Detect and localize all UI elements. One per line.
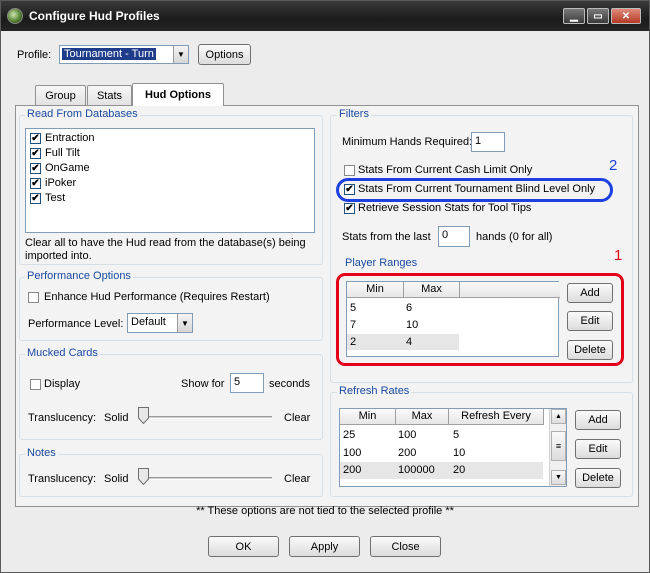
refresh-rates-list[interactable]: Min Max Refresh Every 25 100 5 100 200 1… [339,408,567,487]
profile-select[interactable]: Tournament - Turn ▼ [59,45,189,64]
mucked-translucency-thumb[interactable] [138,407,149,424]
column-header-max[interactable]: Max [396,409,449,425]
database-item-label: iPoker [45,177,77,189]
refresh-rates-edit-button[interactable]: Edit [575,439,621,459]
apply-button[interactable]: Apply [289,536,360,557]
close-window-button[interactable]: ✕ [611,8,641,24]
table-row[interactable] [340,462,543,479]
mucked-translucency-label: Translucency: [28,412,97,424]
stats-from-last-label: Stats from the last [342,231,431,243]
session-stats-checkbox[interactable]: ✔ [344,203,355,214]
refresh-rates-scrollbar[interactable]: ▲ ≡ ▼ [549,409,566,486]
checkbox-ongame[interactable]: ✔ [30,163,41,174]
read-from-databases-legend: Read From Databases [25,108,140,120]
notes-translucency-thumb[interactable] [138,468,149,485]
checkbox-entraction[interactable]: ✔ [30,133,41,144]
chevron-down-icon[interactable]: ▼ [177,314,192,332]
enhance-performance-checkbox[interactable] [28,292,39,303]
display-mucked-label: Display [44,378,81,390]
display-mucked-checkbox[interactable] [30,379,41,390]
refresh-cell: 100000 [398,464,435,476]
databases-list[interactable]: ✔ Entraction ✔ Full Tilt ✔ OnGame ✔ iPok… [25,128,315,233]
refresh-cell: 20 [453,464,466,476]
refresh-cell: 200 [343,464,362,476]
notes-solid-label: Solid [104,473,129,485]
column-header-min[interactable]: Min [340,409,396,425]
hands-for-all-label: hands (0 for all) [476,231,553,243]
mucked-clear-label: Clear [284,412,311,424]
mucked-solid-label: Solid [104,412,129,424]
filters-legend: Filters [337,108,371,120]
refresh-cell: 100 [343,447,362,459]
checkbox-full-tilt[interactable]: ✔ [30,148,41,159]
refresh-cell: 100 [398,429,417,441]
tab-hud-options[interactable]: Hud Options [132,83,224,106]
checkbox-test[interactable]: ✔ [30,193,41,204]
performance-options-legend: Performance Options [25,270,133,282]
annotation-blue-oval [336,178,613,202]
maximize-icon: ▭ [593,10,603,22]
tab-group[interactable]: Group [35,85,86,105]
checkbox-ipoker[interactable]: ✔ [30,178,41,189]
cash-limit-label: Stats From Current Cash Limit Only [358,164,533,176]
refresh-cell: 200 [398,447,417,459]
footer-note: ** These options are not tied to the sel… [196,505,454,517]
enhance-performance-label: Enhance Hud Performance (Requires Restar… [44,291,270,303]
annotation-number-1: 1 [614,247,623,264]
mucked-cards-group [19,354,323,440]
window-title: Configure Hud Profiles [29,9,160,23]
annotation-red-box [336,273,624,366]
min-hands-input[interactable]: 1 [471,132,505,152]
chevron-down-icon[interactable]: ▼ [173,46,188,63]
refresh-cell: 10 [453,447,466,459]
app-icon [7,8,23,24]
refresh-rates-delete-button[interactable]: Delete [575,468,621,488]
show-for-label: Show for [181,378,225,390]
min-hands-label: Minimum Hands Required: [342,136,473,148]
profile-label: Profile: [17,49,52,61]
database-item-label: Entraction [45,132,95,144]
close-button[interactable]: Close [370,536,441,557]
column-header-refresh-every[interactable]: Refresh Every [449,409,544,425]
notes-translucency-label: Translucency: [28,473,97,485]
refresh-cell: 5 [453,429,460,441]
minimize-icon: ▁ [570,10,578,22]
refresh-cell: 25 [343,429,356,441]
database-item-label: Full Tilt [45,147,80,159]
performance-level-label: Performance Level: [28,318,124,330]
options-button[interactable]: Options [198,44,251,65]
notes-clear-label: Clear [284,473,311,485]
notes-translucency-track[interactable] [138,477,272,480]
player-ranges-legend: Player Ranges [345,257,418,269]
configure-hud-profiles-window: Configure Hud Profiles ▁ ▭ ✕ Profile: To… [0,0,650,573]
performance-level-value: Default [131,316,166,328]
cash-limit-checkbox[interactable] [344,165,355,176]
scroll-up-icon[interactable]: ▲ [551,409,566,424]
ok-button[interactable]: OK [208,536,279,557]
tab-stats[interactable]: Stats [87,85,132,105]
maximize-button[interactable]: ▭ [587,8,609,24]
session-stats-label: Retrieve Session Stats for Tool Tips [358,202,532,214]
minimize-button[interactable]: ▁ [563,8,585,24]
show-for-input[interactable]: 5 [230,373,264,393]
stats-from-last-input[interactable]: 0 [438,226,470,247]
seconds-label: seconds [269,378,310,390]
refresh-rates-legend: Refresh Rates [337,385,412,397]
title-bar[interactable]: Configure Hud Profiles ▁ ▭ ✕ [1,1,649,31]
database-item-label: OnGame [45,162,90,174]
close-icon: ✕ [621,10,631,22]
database-item-label: Test [45,192,66,204]
notes-legend: Notes [25,447,58,459]
performance-level-select[interactable]: Default ▼ [127,313,193,333]
annotation-number-2: 2 [609,157,618,174]
databases-note: Clear all to have the Hud read from the … [25,237,306,262]
scroll-down-icon[interactable]: ▼ [551,470,566,485]
mucked-cards-legend: Mucked Cards [25,347,100,359]
mucked-translucency-track[interactable] [138,416,272,419]
scroll-thumb[interactable]: ≡ [551,431,566,461]
refresh-rates-add-button[interactable]: Add [575,410,621,430]
profile-select-value: Tournament - Turn [62,48,156,60]
